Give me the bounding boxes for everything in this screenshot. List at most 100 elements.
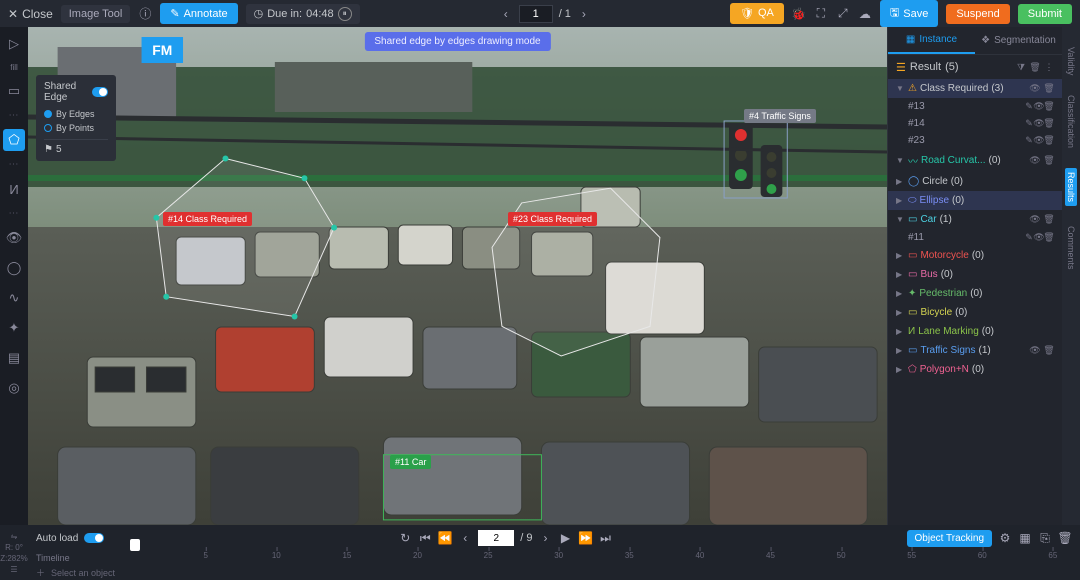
cat-bicycle[interactable]: ▶▭Bicycle(0) [888,303,1062,322]
timeline[interactable]: Timeline 5101520253035404550556065 [28,551,1080,565]
auto-load-toggle[interactable] [84,533,104,543]
save-button[interactable]: 🖫Save [880,0,938,27]
close-button[interactable]: ✕Close [8,7,53,21]
cat-polygon[interactable]: ▶⬠Polygon+N(0) [888,360,1062,379]
step-back-icon[interactable]: ⏪ [438,531,452,545]
more-dots-1[interactable]: ⋯ [9,110,20,121]
annotation-tag-23[interactable]: #23 Class Required [508,212,597,226]
curve-tool[interactable]: ∿ [3,287,25,309]
cat-car[interactable]: ▼▭Car(1)👁🗑 [888,210,1062,229]
frame-total: / 9 [520,532,532,544]
radio-by-edges[interactable]: By Edges [44,107,108,121]
trash-icon[interactable]: 🗑 [1058,531,1072,545]
annotation-tag-11[interactable]: #11 Car [390,455,431,469]
step-fwd-icon[interactable]: ⏩ [579,531,593,545]
play-icon[interactable]: ▶ [559,531,573,545]
layers-tool[interactable]: ▤ [3,347,25,369]
tab-segmentation[interactable]: ❖Segmentation [975,27,1062,54]
rect-tool[interactable]: ▭ [3,80,25,102]
select-object-row[interactable]: ＋ Select an object [28,565,1080,580]
tool-name-chip: Image Tool [61,5,131,23]
bug-icon[interactable]: 🐞 [792,7,806,21]
cat-motorcycle[interactable]: ▶▭Motorcycle(0) [888,246,1062,265]
annotation-tag-14[interactable]: #14 Class Required [163,212,252,226]
cat-road[interactable]: ▼〰Road Curvat...(0)👁🗑 [888,149,1062,172]
expand-icon[interactable]: ⛶ [814,7,828,21]
gear-icon[interactable]: ⚙ [998,531,1012,545]
loop-icon[interactable]: ↻ [398,531,412,545]
list-item[interactable]: #11✎👁🗑 [888,229,1062,246]
page-input[interactable] [519,5,553,23]
magic-tool[interactable]: ✦ [3,317,25,339]
vtab-comments[interactable]: Comments [1066,226,1076,270]
shield-icon: 🛡 [740,7,754,20]
cat-pedestrian[interactable]: ▶✦Pedestrian(0) [888,284,1062,303]
prev-icon[interactable]: ‹ [499,7,513,21]
due-timer: ◷Due in: 04:48⏸ [246,4,360,24]
list-item[interactable]: #23✎👁🗑 [888,132,1062,149]
more-icon[interactable]: ⋮ [1044,62,1054,72]
timeline-ruler[interactable]: 5101520253035404550556065 [116,551,1072,565]
plus-icon[interactable]: ＋ [36,566,45,579]
object-tracking-button[interactable]: Object Tracking [907,530,992,547]
cat-ellipse[interactable]: ▶⬭Ellipse(0) [888,191,1062,210]
pager: ‹ / 1 › [499,5,591,23]
delete-all-icon[interactable]: 🗑 [1030,62,1040,72]
copy-icon[interactable]: ⎘ [1038,531,1052,545]
fullscreen-icon[interactable]: ⤢ [836,7,850,21]
qa-button[interactable]: 🛡QA [730,3,784,24]
target-tool[interactable]: ◎ [3,377,25,399]
submit-button[interactable]: Submit [1018,4,1072,24]
pause-icon[interactable]: ⏸ [338,7,352,21]
eye-icon[interactable]: 👁 [1030,84,1040,94]
annotation-tag-4[interactable]: #4 Traffic Signs [744,109,816,123]
flag-icon: ⚑ [44,144,53,155]
line-icon: И [908,326,915,337]
filter-icon[interactable]: ⧩ [1016,62,1026,72]
cat-bus[interactable]: ▶▭Bus(0) [888,265,1062,284]
frame-input[interactable] [478,530,514,546]
cursor-tool[interactable]: ▷ [3,33,25,55]
warning-icon: ⚠ [908,83,917,94]
vtab-validity[interactable]: Validity [1066,47,1076,75]
list-item[interactable]: #13✎👁🗑 [888,98,1062,115]
shared-edge-toggle[interactable] [92,87,108,97]
end-icon[interactable]: ⏭ [599,531,613,545]
next-icon[interactable]: › [577,7,591,21]
circle-tool[interactable]: ◯ [3,257,25,279]
canvas[interactable]: FM [28,27,887,525]
radio-by-points[interactable]: By Points [44,121,108,135]
cat-class-required[interactable]: ▼⚠Class Required(3)👁🗑 [888,79,1062,98]
grid-icon[interactable]: ▦ [1018,531,1032,545]
cat-circle[interactable]: ▶◯Circle(0) [888,172,1062,191]
cat-traffic[interactable]: ▶▭Traffic Signs(1)👁🗑 [888,341,1062,360]
polygon-tool[interactable]: ⬠ [3,129,25,151]
list-item[interactable]: #14✎👁🗑 [888,115,1062,132]
vtab-classification[interactable]: Classification [1066,95,1076,148]
link-icon: ⇋ [11,532,18,541]
rect-icon: ▭ [908,269,917,280]
rect-icon: ▭ [908,345,917,356]
cat-lane[interactable]: ▶ИLane Marking(0) [888,322,1062,341]
next-frame-icon[interactable]: › [539,531,553,545]
suspend-button[interactable]: Suspend [946,4,1009,24]
vtab-results[interactable]: Results [1065,168,1077,206]
page-total: / 1 [559,8,571,20]
more-dots-2[interactable]: ⋯ [9,159,20,170]
annotate-button[interactable]: ✎Annotate [160,3,237,24]
prev-frame-icon[interactable]: ‹ [458,531,472,545]
more-dots-3[interactable]: ⋯ [9,208,20,219]
topbar: ✕Close Image Tool ⓘ ✎Annotate ◷Due in: 0… [0,0,1080,27]
trash-icon[interactable]: 🗑 [1044,84,1054,94]
eye-tool[interactable]: 👁 [3,227,25,249]
playhead[interactable] [130,539,140,551]
point-count: ⚑5 [44,144,108,155]
info-icon[interactable]: ⓘ [138,7,152,21]
tab-instance[interactable]: ▦Instance [888,27,975,54]
polyline-tool[interactable]: И [3,178,25,200]
rect-icon: ▭ [908,307,917,318]
settings-icon[interactable]: ☰ [10,565,17,574]
result-list: ▼⚠Class Required(3)👁🗑 #13✎👁🗑 #14✎👁🗑 #23✎… [888,79,1062,525]
cloud-icon[interactable]: ☁ [858,7,872,21]
rewind-icon[interactable]: ⏮ [418,531,432,545]
